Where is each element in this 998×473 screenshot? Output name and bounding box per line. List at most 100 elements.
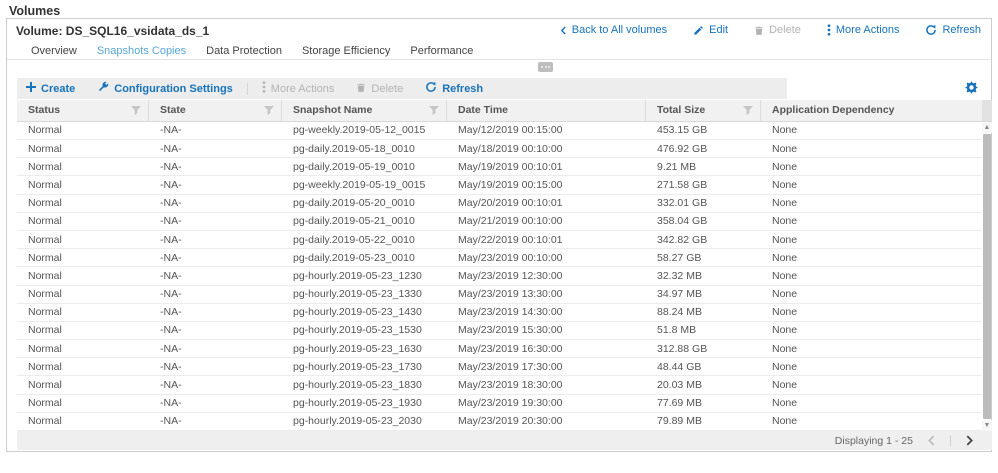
- delete-button[interactable]: Delete: [754, 24, 801, 36]
- next-page-button[interactable]: [965, 435, 974, 446]
- cell-date-time: May/21/2019 00:10:00: [447, 213, 646, 230]
- volume-panel: Volume: DS_SQL16_vsidata_ds_1 Back to Al…: [6, 18, 992, 452]
- column-header-date-time[interactable]: Date Time: [447, 100, 646, 121]
- column-label: Total Size: [657, 104, 705, 116]
- cell-state: -NA-: [149, 140, 282, 157]
- cell-total-size: 77.69 MB: [646, 395, 761, 412]
- gear-icon[interactable]: [965, 81, 978, 94]
- table-row[interactable]: Normal-NA-pg-hourly.2019-05-23_1730May/2…: [17, 358, 982, 376]
- cell-total-size: 20.03 MB: [646, 376, 761, 393]
- scroll-up-arrow[interactable]: ▲: [982, 122, 992, 133]
- cell-snapshot-name: pg-daily.2019-05-20_0010: [282, 195, 447, 212]
- cell-application-dependency: None: [761, 158, 982, 175]
- table-row[interactable]: Normal-NA-pg-weekly.2019-05-19_0015May/1…: [17, 176, 982, 194]
- cell-total-size: 271.58 GB: [646, 176, 761, 193]
- column-header-snapshot-name[interactable]: Snapshot Name: [282, 100, 447, 121]
- configuration-settings-button[interactable]: Configuration Settings: [97, 81, 233, 96]
- configuration-settings-label: Configuration Settings: [114, 83, 233, 95]
- refresh-icon: [925, 24, 937, 36]
- table-row[interactable]: Normal-NA-pg-daily.2019-05-21_0010May/21…: [17, 213, 982, 231]
- cell-application-dependency: None: [761, 322, 982, 339]
- pane-splitter-handle[interactable]: [538, 62, 553, 72]
- cell-application-dependency: None: [761, 267, 982, 284]
- table-delete-button[interactable]: Delete: [356, 82, 403, 96]
- table-row[interactable]: Normal-NA-pg-hourly.2019-05-23_1230May/2…: [17, 267, 982, 285]
- cell-status: Normal: [17, 140, 149, 157]
- table-refresh-label: Refresh: [442, 83, 483, 95]
- cell-application-dependency: None: [761, 413, 982, 430]
- snapshot-table: Status State Snapshot Name Date Time Tot…: [17, 100, 992, 431]
- table-row[interactable]: Normal-NA-pg-hourly.2019-05-23_1330May/2…: [17, 286, 982, 304]
- table-row[interactable]: Normal-NA-pg-hourly.2019-05-23_2030May/2…: [17, 413, 982, 431]
- more-actions-button[interactable]: More Actions: [827, 24, 900, 36]
- table-row[interactable]: Normal-NA-pg-hourly.2019-05-23_1930May/2…: [17, 395, 982, 413]
- table-row[interactable]: Normal-NA-pg-hourly.2019-05-23_1830May/2…: [17, 376, 982, 394]
- scrollbar-thumb[interactable]: [983, 134, 991, 419]
- chevron-left-icon: [560, 26, 567, 35]
- table-more-actions-label: More Actions: [271, 83, 335, 95]
- cell-total-size: 58.27 GB: [646, 249, 761, 266]
- cell-total-size: 312.88 GB: [646, 340, 761, 357]
- cell-total-size: 51.8 MB: [646, 322, 761, 339]
- cell-snapshot-name: pg-daily.2019-05-18_0010: [282, 140, 447, 157]
- filter-funnel-icon[interactable]: [264, 106, 274, 115]
- cell-application-dependency: None: [761, 213, 982, 230]
- table-refresh-button[interactable]: Refresh: [425, 81, 483, 96]
- column-header-application-dependency[interactable]: Application Dependency: [761, 100, 982, 121]
- wrench-icon: [97, 81, 109, 96]
- cell-snapshot-name: pg-hourly.2019-05-23_1430: [282, 304, 447, 321]
- previous-page-button[interactable]: [927, 435, 936, 446]
- cell-total-size: 453.15 GB: [646, 122, 761, 139]
- filter-funnel-icon[interactable]: [131, 106, 141, 115]
- cell-state: -NA-: [149, 249, 282, 266]
- table-row[interactable]: Normal-NA-pg-weekly.2019-05-12_0015May/1…: [17, 122, 982, 140]
- table-row[interactable]: Normal-NA-pg-daily.2019-05-22_0010May/22…: [17, 231, 982, 249]
- table-row[interactable]: Normal-NA-pg-daily.2019-05-18_0010May/18…: [17, 140, 982, 158]
- tab-overview[interactable]: Overview: [31, 45, 77, 63]
- cell-date-time: May/12/2019 00:15:00: [447, 122, 646, 139]
- scroll-down-arrow[interactable]: ▼: [982, 420, 992, 431]
- table-row[interactable]: Normal-NA-pg-daily.2019-05-23_0010May/23…: [17, 249, 982, 267]
- volume-title: Volume: DS_SQL16_vsidata_ds_1: [16, 24, 209, 38]
- tab-data-protection[interactable]: Data Protection: [206, 45, 282, 63]
- table-more-actions-button[interactable]: More Actions: [262, 81, 335, 96]
- column-header-state[interactable]: State: [149, 100, 282, 121]
- cell-application-dependency: None: [761, 395, 982, 412]
- vertical-scrollbar[interactable]: ▲ ▼: [982, 100, 992, 431]
- cell-total-size: 342.82 GB: [646, 231, 761, 248]
- cell-total-size: 48.44 GB: [646, 358, 761, 375]
- vertical-dots-icon: [262, 81, 266, 96]
- tab-snapshots-copies[interactable]: Snapshots Copies: [97, 45, 186, 63]
- column-header-status[interactable]: Status: [17, 100, 149, 121]
- cell-application-dependency: None: [761, 140, 982, 157]
- column-header-total-size[interactable]: Total Size: [646, 100, 761, 121]
- filter-funnel-icon[interactable]: [743, 106, 753, 115]
- refresh-button[interactable]: Refresh: [925, 24, 981, 36]
- cell-snapshot-name: pg-hourly.2019-05-23_1830: [282, 376, 447, 393]
- cell-date-time: May/23/2019 19:30:00: [447, 395, 646, 412]
- cell-total-size: 332.01 GB: [646, 195, 761, 212]
- cell-application-dependency: None: [761, 376, 982, 393]
- filter-funnel-icon[interactable]: [429, 106, 439, 115]
- create-button-label: Create: [41, 83, 75, 95]
- column-label: Date Time: [458, 104, 508, 116]
- edit-button[interactable]: Edit: [693, 24, 728, 36]
- trash-icon: [356, 82, 366, 96]
- table-row[interactable]: Normal-NA-pg-daily.2019-05-20_0010May/20…: [17, 195, 982, 213]
- volume-tabs: Overview Snapshots Copies Data Protection S…: [31, 45, 473, 63]
- tab-storage-efficiency[interactable]: Storage Efficiency: [302, 45, 390, 63]
- table-row[interactable]: Normal-NA-pg-hourly.2019-05-23_1430May/2…: [17, 304, 982, 322]
- table-delete-label: Delete: [371, 83, 403, 95]
- tab-performance[interactable]: Performance: [410, 45, 473, 63]
- cell-state: -NA-: [149, 267, 282, 284]
- cell-status: Normal: [17, 267, 149, 284]
- table-row[interactable]: Normal-NA-pg-daily.2019-05-19_0010May/19…: [17, 158, 982, 176]
- cell-application-dependency: None: [761, 249, 982, 266]
- create-button[interactable]: Create: [26, 82, 75, 95]
- table-row[interactable]: Normal-NA-pg-hourly.2019-05-23_1530May/2…: [17, 322, 982, 340]
- back-to-all-volumes-link[interactable]: Back to All volumes: [560, 24, 667, 36]
- cell-status: Normal: [17, 176, 149, 193]
- table-row[interactable]: Normal-NA-pg-hourly.2019-05-23_1630May/2…: [17, 340, 982, 358]
- column-label: State: [160, 104, 186, 116]
- pagination-bar: Displaying 1 - 25: [17, 431, 992, 450]
